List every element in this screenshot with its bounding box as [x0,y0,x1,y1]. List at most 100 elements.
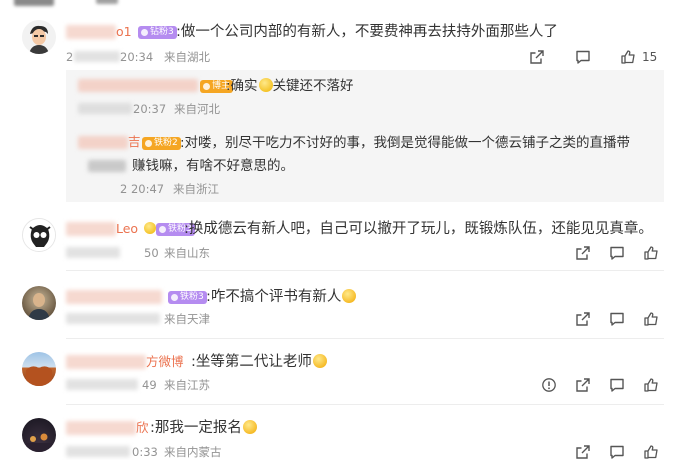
share-button[interactable] [575,444,591,460]
reply-location: 来自河北 [174,102,220,116]
reply-time: 2 20:47 [120,182,165,196]
reply-username-tail[interactable]: 吉 [128,134,141,150]
reply-text-part1: :确实 [226,78,258,94]
avatar[interactable] [22,218,56,252]
reply-date-blurred [78,103,132,114]
reply-username-blurred[interactable] [78,79,198,92]
like-icon [644,246,658,260]
comment-button[interactable] [575,49,591,65]
username-blurred[interactable] [66,290,162,304]
comment-icon [610,378,624,392]
comment-text-body: :那我一定报名 [150,420,242,436]
like-button[interactable] [643,311,659,327]
share-icon [576,378,590,392]
share-icon [576,312,590,326]
comment-location: 来自江苏 [164,378,210,392]
like-icon [644,378,658,392]
comment-icon [576,50,590,64]
divider [66,338,664,339]
date-blurred [66,379,138,390]
like-count: 15 [642,50,658,64]
date-blurred [66,313,160,324]
avatar-photo-icon [28,293,50,320]
comment-text: :咋不搞个评书有新人 [206,288,357,306]
share-button[interactable] [575,377,591,393]
comment-button[interactable] [609,245,625,261]
username-tail[interactable]: 欣 [136,420,149,436]
like-button[interactable] [643,377,659,393]
avatar-man-icon [22,20,56,54]
username-blurred[interactable] [66,222,116,236]
report-icon [542,378,556,392]
reply-text-line2: 赚钱嘛，有啥不好意思的。 [132,158,294,174]
reply-blurred-fragment [88,160,126,172]
like-icon [644,312,658,326]
like-button[interactable] [620,49,636,65]
share-button[interactable] [575,245,591,261]
fan-badge: 铁粉2 [142,137,181,150]
share-icon [576,246,590,260]
comment-time-prefix: 2 [66,50,74,64]
avatar-landscape-icon [26,366,52,386]
comment-location: 来自内蒙古 [164,445,222,459]
crown-icon [144,222,156,234]
comment-button[interactable] [609,311,625,327]
comment-time: 0:33 [132,445,158,459]
reply-username-blurred[interactable] [78,136,128,149]
shy-emoji-icon [242,420,257,434]
share-icon [576,445,590,459]
thinking-emoji-icon [342,289,357,303]
reply-location: 来自浙江 [173,182,219,196]
avatar[interactable] [22,20,56,54]
like-button[interactable] [643,444,659,460]
date-blurred [66,247,120,258]
top-blurred-meta [96,0,118,4]
username-blurred[interactable] [66,355,146,369]
comment-time: 20:34 [120,50,154,64]
share-icon [530,50,544,64]
username-tail[interactable]: 方微博 [146,354,184,370]
username-blurred[interactable] [66,25,116,39]
like-button[interactable] [643,245,659,261]
like-icon [621,50,635,64]
comment-text: :换成德云有新人吧，自己可以撤开了玩儿，既锻炼队伍，还能见见真章。 [184,221,653,237]
comment-time: 49 [142,378,157,392]
fan-badge: 铁粉3 [168,291,207,304]
username-tail[interactable]: Leo [116,221,138,237]
username-tail[interactable]: o1 [116,24,132,40]
reply-time: 20:37 [133,102,167,116]
comment-text: :那我一定报名 [150,419,257,437]
doge-emoji-icon [258,78,273,92]
like-icon [644,445,658,459]
share-button[interactable] [529,49,545,65]
reply-text-part2: 关键还不落好 [272,78,354,94]
avatar[interactable] [22,352,56,386]
date-blurred [66,446,130,457]
thinking-emoji-icon [312,354,327,368]
fan-badge: 钻粉3 [138,26,177,39]
share-button[interactable] [575,311,591,327]
date-blurred [74,51,120,62]
reply-text-line1: :对喽，别尽干吃力不讨好的事，我倒是觉得能做一个德云铺子之类的直播带 [180,135,631,151]
comment-icon [610,246,624,260]
comment-text: :坐等第二代让老师 [191,353,327,371]
avatar-skull-icon [23,219,55,251]
comment-icon [610,312,624,326]
comment-text: :做一个公司内部的有新人，不要费神再去扶持外面那些人了 [176,24,558,40]
reply-text: :确实 关键还不落好 [226,77,354,95]
divider [66,404,664,405]
comment-location: 来自天津 [164,312,210,326]
comment-location: 来自山东 [164,246,210,260]
avatar-night-photo-icon [26,433,52,452]
username-blurred[interactable] [66,421,136,435]
comment-time: 50 [144,246,159,260]
comment-location: 来自湖北 [164,50,210,64]
avatar[interactable] [22,418,56,452]
top-blurred-name [14,0,54,6]
comment-text-body: :坐等第二代让老师 [191,354,312,370]
comment-button[interactable] [609,444,625,460]
report-button[interactable] [541,377,557,393]
comment-icon [610,445,624,459]
comment-button[interactable] [609,377,625,393]
avatar[interactable] [22,286,56,320]
